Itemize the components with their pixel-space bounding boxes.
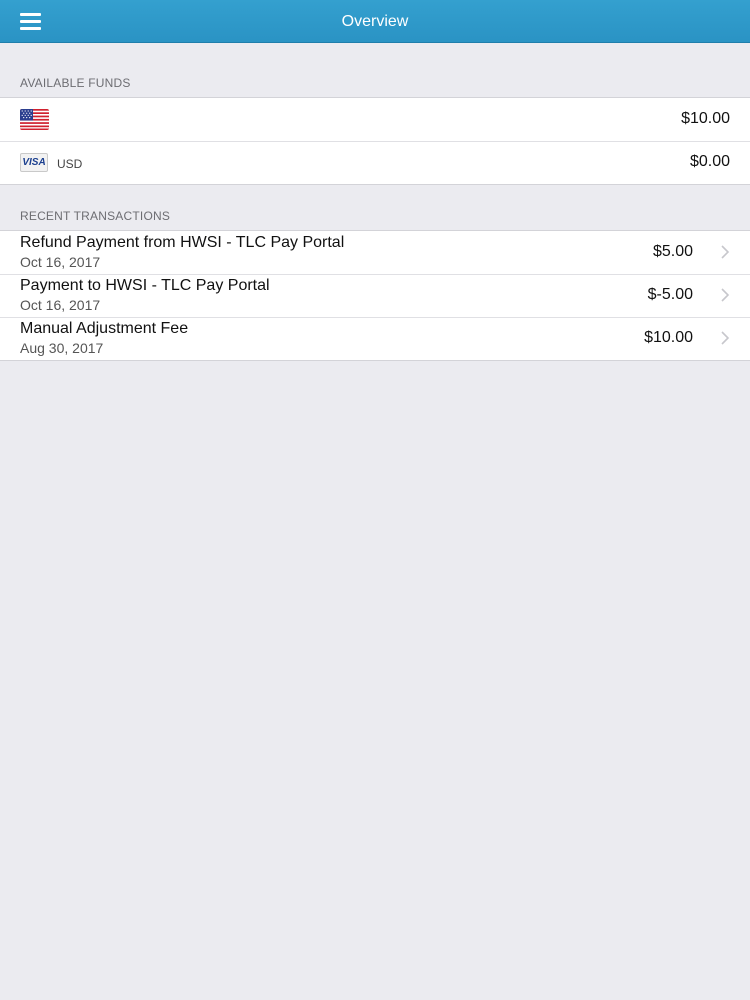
transaction-row[interactable]: Refund Payment from HWSI - TLC Pay Porta…	[0, 231, 750, 274]
transactions-list: Refund Payment from HWSI - TLC Pay Porta…	[0, 230, 750, 361]
fund-row-visa-usd[interactable]: VISA USD $0.00	[0, 141, 750, 184]
fund-amount: $10.00	[681, 110, 730, 127]
transaction-date: Oct 16, 2017	[20, 297, 101, 313]
transaction-amount: $5.00	[652, 243, 693, 260]
visa-card-icon: VISA	[20, 153, 48, 172]
transaction-amount: $-5.00	[647, 286, 693, 303]
transaction-title: Manual Adjustment Fee	[20, 320, 189, 337]
fund-row-us[interactable]: $10.00	[0, 98, 750, 141]
available-funds-header: AVAILABLE FUNDS	[20, 76, 131, 90]
fund-currency-label: USD	[57, 157, 83, 171]
transaction-row[interactable]: Manual Adjustment Fee Aug 30, 2017 $10.0…	[0, 317, 750, 360]
chevron-right-icon	[721, 331, 730, 345]
transaction-title: Payment to HWSI - TLC Pay Portal	[20, 277, 270, 294]
transaction-amount: $10.00	[644, 329, 693, 346]
nav-bar: Overview	[0, 0, 750, 43]
transaction-date: Oct 16, 2017	[20, 254, 101, 270]
us-flag-icon	[20, 109, 49, 130]
transaction-row[interactable]: Payment to HWSI - TLC Pay Portal Oct 16,…	[0, 274, 750, 317]
transaction-title: Refund Payment from HWSI - TLC Pay Porta…	[20, 234, 345, 251]
available-funds-list: $10.00 VISA USD $0.00	[0, 97, 750, 185]
recent-transactions-header: RECENT TRANSACTIONS	[20, 209, 171, 223]
transaction-date: Aug 30, 2017	[20, 340, 104, 356]
chevron-right-icon	[721, 245, 730, 259]
chevron-right-icon	[721, 288, 730, 302]
fund-amount: $0.00	[689, 153, 730, 170]
page-title: Overview	[341, 13, 409, 30]
